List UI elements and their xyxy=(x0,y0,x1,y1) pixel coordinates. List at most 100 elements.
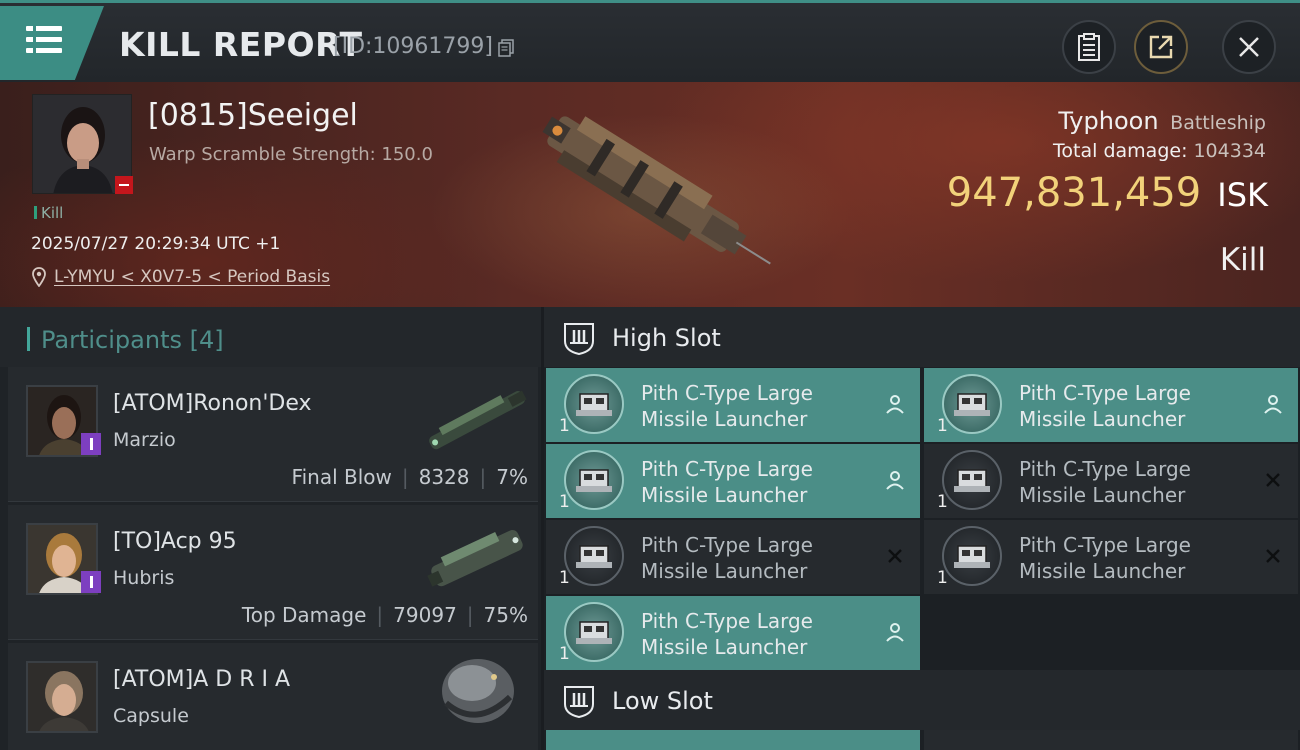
module-name: Pith C-Type Large Missile Launcher xyxy=(641,608,813,660)
module-quantity: 1 xyxy=(559,492,570,512)
kill-datetime: 2025/07/27 20:29:34 UTC +1 xyxy=(31,234,281,254)
high-slot-header[interactable]: High Slot xyxy=(544,307,1300,367)
module-item[interactable]: 1 Pith C-Type Large Missile Launcher xyxy=(546,368,920,442)
x-mark-icon xyxy=(1266,473,1280,487)
share-button[interactable] xyxy=(1134,20,1188,74)
module-item[interactable]: 1 Pith C-Type Large Missile Launcher xyxy=(924,520,1298,594)
shield-slot-icon xyxy=(564,323,594,355)
report-button[interactable] xyxy=(1062,20,1116,74)
module-name: Pith C-Type Large Missile Launcher xyxy=(641,456,813,508)
module-name: Pith C-Type Large Missile Launcher xyxy=(641,532,813,584)
isk-unit: ISK xyxy=(1217,176,1268,214)
ship-class: Battleship xyxy=(1170,112,1266,134)
participant-name[interactable]: [ATOM]A D R I A xyxy=(113,667,290,692)
victim-banner: [0815]Seeigel Warp Scramble Strength: 15… xyxy=(0,82,1300,307)
participant-row[interactable]: [ATOM]A D R I A Capsule xyxy=(8,643,538,750)
hostile-status-badge xyxy=(115,176,133,194)
person-icon xyxy=(886,395,904,414)
participant-tag: Final Blow xyxy=(291,465,392,489)
close-icon xyxy=(1239,37,1259,57)
missile-launcher-icon xyxy=(564,526,624,586)
missile-launcher-icon xyxy=(564,450,624,510)
x-mark-icon xyxy=(888,549,902,563)
module-name-line2: Missile Launcher xyxy=(1019,559,1186,583)
module-item[interactable]: 1 Pith C-Type Large Missile Launcher xyxy=(546,596,920,670)
victim-name[interactable]: [0815]Seeigel xyxy=(148,98,358,133)
missile-launcher-icon xyxy=(564,374,624,434)
missile-launcher-graphic xyxy=(954,545,990,568)
module-quantity: 1 xyxy=(937,416,948,436)
missile-launcher-graphic xyxy=(954,469,990,492)
kill-result: Kill xyxy=(1219,242,1266,278)
module-name-line1: Pith C-Type Large xyxy=(1019,533,1191,557)
menu-icon-gap xyxy=(33,26,36,31)
low-slot-module-partial[interactable] xyxy=(546,730,920,750)
header-accent xyxy=(27,327,30,351)
missile-launcher-icon xyxy=(564,602,624,662)
participant-ship-image xyxy=(429,390,527,450)
module-name: Pith C-Type Large Missile Launcher xyxy=(641,380,813,432)
participants-header: Participants [4] xyxy=(0,307,541,367)
participants-label: Participants xyxy=(41,326,182,354)
module-name-line1: Pith C-Type Large xyxy=(641,533,813,557)
participant-avatar[interactable] xyxy=(26,661,98,733)
stat-separator: | xyxy=(479,465,487,489)
low-slot-title: Low Slot xyxy=(612,687,713,715)
module-quantity: 1 xyxy=(937,492,948,512)
corp-badge xyxy=(81,571,101,593)
menu-icon-bar xyxy=(26,48,62,53)
fittings-panel: High Slot 1 Pith C-Type Large Missile La… xyxy=(544,307,1300,750)
module-name: Pith C-Type Large Missile Launcher xyxy=(1019,456,1191,508)
participant-row[interactable]: [TO]Acp 95 Hubris Top Damage | 79097 | 75% xyxy=(8,505,538,640)
module-name-line1: Pith C-Type Large xyxy=(641,609,813,633)
low-slot-module-partial[interactable] xyxy=(924,730,1298,750)
module-item[interactable]: 1 Pith C-Type Large Missile Launcher xyxy=(546,520,920,594)
high-slot-title: High Slot xyxy=(612,324,721,352)
module-name: Pith C-Type Large Missile Launcher xyxy=(1019,532,1191,584)
isk-amount: 947,831,459 xyxy=(946,170,1202,216)
participant-name[interactable]: [ATOM]Ronon'Dex xyxy=(113,391,312,416)
person-icon xyxy=(886,623,904,642)
missile-launcher-graphic xyxy=(576,621,612,644)
missile-launcher-icon xyxy=(942,374,1002,434)
participants-count: [4] xyxy=(189,326,224,354)
missile-launcher-icon xyxy=(942,526,1002,586)
participant-ship: Hubris xyxy=(113,567,175,589)
menu-button[interactable] xyxy=(0,6,104,80)
participant-ship: Capsule xyxy=(113,705,189,727)
module-item[interactable]: 1 Pith C-Type Large Missile Launcher xyxy=(924,444,1298,518)
ship-name[interactable]: Typhoon xyxy=(1058,107,1158,135)
module-quantity: 1 xyxy=(559,416,570,436)
location-link[interactable]: L-YMYU < X0V7-5 < Period Basis xyxy=(54,267,330,287)
menu-icon xyxy=(26,26,62,31)
close-button[interactable] xyxy=(1222,20,1276,74)
module-item[interactable]: 1 Pith C-Type Large Missile Launcher xyxy=(924,368,1298,442)
menu-icon-bar xyxy=(26,37,62,42)
menu-icon-gap xyxy=(33,48,36,53)
module-quantity: 1 xyxy=(559,644,570,664)
low-slot-header[interactable]: Low Slot xyxy=(544,670,1300,730)
share-icon xyxy=(1149,35,1173,59)
participant-row[interactable]: [ATOM]Ronon'Dex Marzio Final Blow | 8328 | 7… xyxy=(8,367,538,502)
missile-launcher-graphic xyxy=(954,393,990,416)
module-item[interactable]: 1 Pith C-Type Large Missile Launcher xyxy=(546,444,920,518)
missile-launcher-graphic xyxy=(576,469,612,492)
total-damage: Total damage: 104334 xyxy=(1053,140,1266,162)
menu-icon-gap xyxy=(33,37,36,42)
page-title: KILL REPORT xyxy=(119,25,363,64)
module-quantity: 1 xyxy=(937,568,948,588)
participant-ship: Marzio xyxy=(113,429,176,451)
person-icon xyxy=(886,471,904,490)
clipboard-icon xyxy=(1078,33,1100,61)
module-name-line2: Missile Launcher xyxy=(641,559,808,583)
participant-avatar-image xyxy=(28,663,96,731)
isk-value: 947,831,459 ISK xyxy=(947,170,1268,216)
copy-icon[interactable] xyxy=(498,39,514,57)
corp-badge xyxy=(81,433,101,455)
module-name-line2: Missile Launcher xyxy=(641,635,808,659)
module-name-line2: Missile Launcher xyxy=(1019,483,1186,507)
participant-ship-image xyxy=(442,659,514,723)
missile-launcher-icon xyxy=(942,450,1002,510)
participant-name[interactable]: [TO]Acp 95 xyxy=(113,529,237,554)
module-name-line1: Pith C-Type Large xyxy=(641,457,813,481)
